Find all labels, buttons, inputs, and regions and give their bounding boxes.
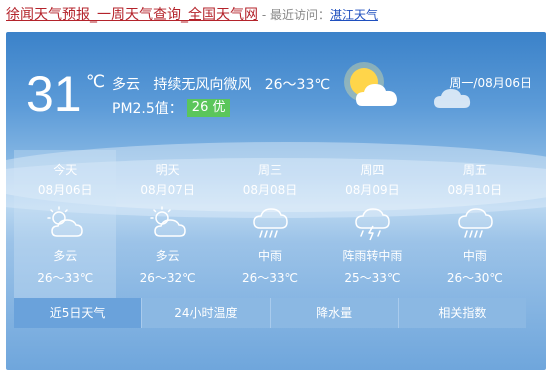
day-temperature: 26～32℃ [139, 271, 196, 285]
thunder-rain-icon [355, 208, 391, 241]
day-date: 08月09日 [345, 183, 400, 197]
day-weather: 中雨 [462, 249, 487, 263]
day-name: 今天 [53, 163, 78, 177]
separator: - [258, 8, 270, 22]
forecast-day: 今天 08月06日 多云 26～33℃ [14, 150, 117, 298]
forecast-day: 周五 08月10日 中雨 26～30℃ [424, 150, 526, 298]
forecast-day: 周四 08月09日 阵雨转中雨 25～33℃ [321, 150, 423, 298]
partly-cloudy-icon [149, 206, 186, 237]
current-range: 26～33℃ [264, 77, 331, 93]
day-name: 明天 [155, 163, 180, 177]
day-date: 08月08日 [242, 183, 298, 197]
day-name: 周五 [462, 163, 487, 177]
day-date: 08月10日 [447, 183, 503, 197]
day-temperature: 25～33℃ [344, 271, 401, 285]
forecast-tabs: 近5日天气 24小时温度 降水量 相关指数 [14, 298, 526, 328]
current-temperature: 31 [26, 66, 82, 122]
tab-related-indices[interactable]: 相关指数 [397, 298, 526, 328]
pm25-label: PM2.5值： [112, 101, 183, 117]
day-temperature: 26～33℃ [242, 271, 299, 285]
day-weather: 多云 [155, 249, 180, 263]
current-conditions: 多云 持续无风向微风 26～33℃ [112, 74, 330, 94]
current-wind: 持续无风向微风 [153, 77, 252, 93]
day-weather: 阵雨转中雨 [342, 249, 403, 263]
day-name: 周四 [360, 163, 385, 177]
pm25-badge: 26 优 [186, 99, 231, 117]
day-weather: 中雨 [258, 249, 283, 263]
rain-cloud-icon [458, 208, 493, 238]
pm25-row: PM2.5值： 26 优 [112, 98, 231, 118]
five-day-forecast: 今天 08月06日 多云 26～33℃ 明天 08月07日 多云 26～32℃ … [14, 150, 526, 298]
tab-precipitation[interactable]: 降水量 [269, 298, 398, 328]
day-temperature: 26～33℃ [37, 271, 94, 285]
forecast-day: 周三 08月08日 中雨 26～33℃ [219, 150, 321, 298]
day-weather: 多云 [53, 249, 78, 263]
page-title-link[interactable]: 徐闻天气预报_一周天气查询_全国天气网 [6, 7, 258, 23]
forecast-day: 明天 08月07日 多云 26～32℃ [116, 150, 218, 298]
top-breadcrumb-bar: 徐闻天气预报_一周天气查询_全国天气网 - 最近访问：湛江天气 [6, 0, 546, 30]
rain-cloud-icon [253, 208, 288, 238]
day-date: 08月06日 [37, 183, 93, 197]
partly-cloudy-icon [47, 206, 83, 237]
tab-24h-temperature[interactable]: 24小时温度 [141, 298, 270, 328]
temperature-unit: ℃ [86, 72, 106, 92]
current-date: 周一/08月06日 [449, 76, 532, 90]
tab-5day[interactable]: 近5日天气 [14, 298, 142, 328]
recent-visits-label: 最近访问： [269, 8, 330, 22]
recent-city-link[interactable]: 湛江天气 [330, 8, 378, 22]
sun-cloud-icon [344, 62, 397, 106]
day-temperature: 26～30℃ [446, 271, 503, 285]
current-weather: 多云 [112, 77, 140, 93]
day-date: 08月07日 [140, 183, 195, 197]
day-name: 周三 [258, 163, 283, 177]
